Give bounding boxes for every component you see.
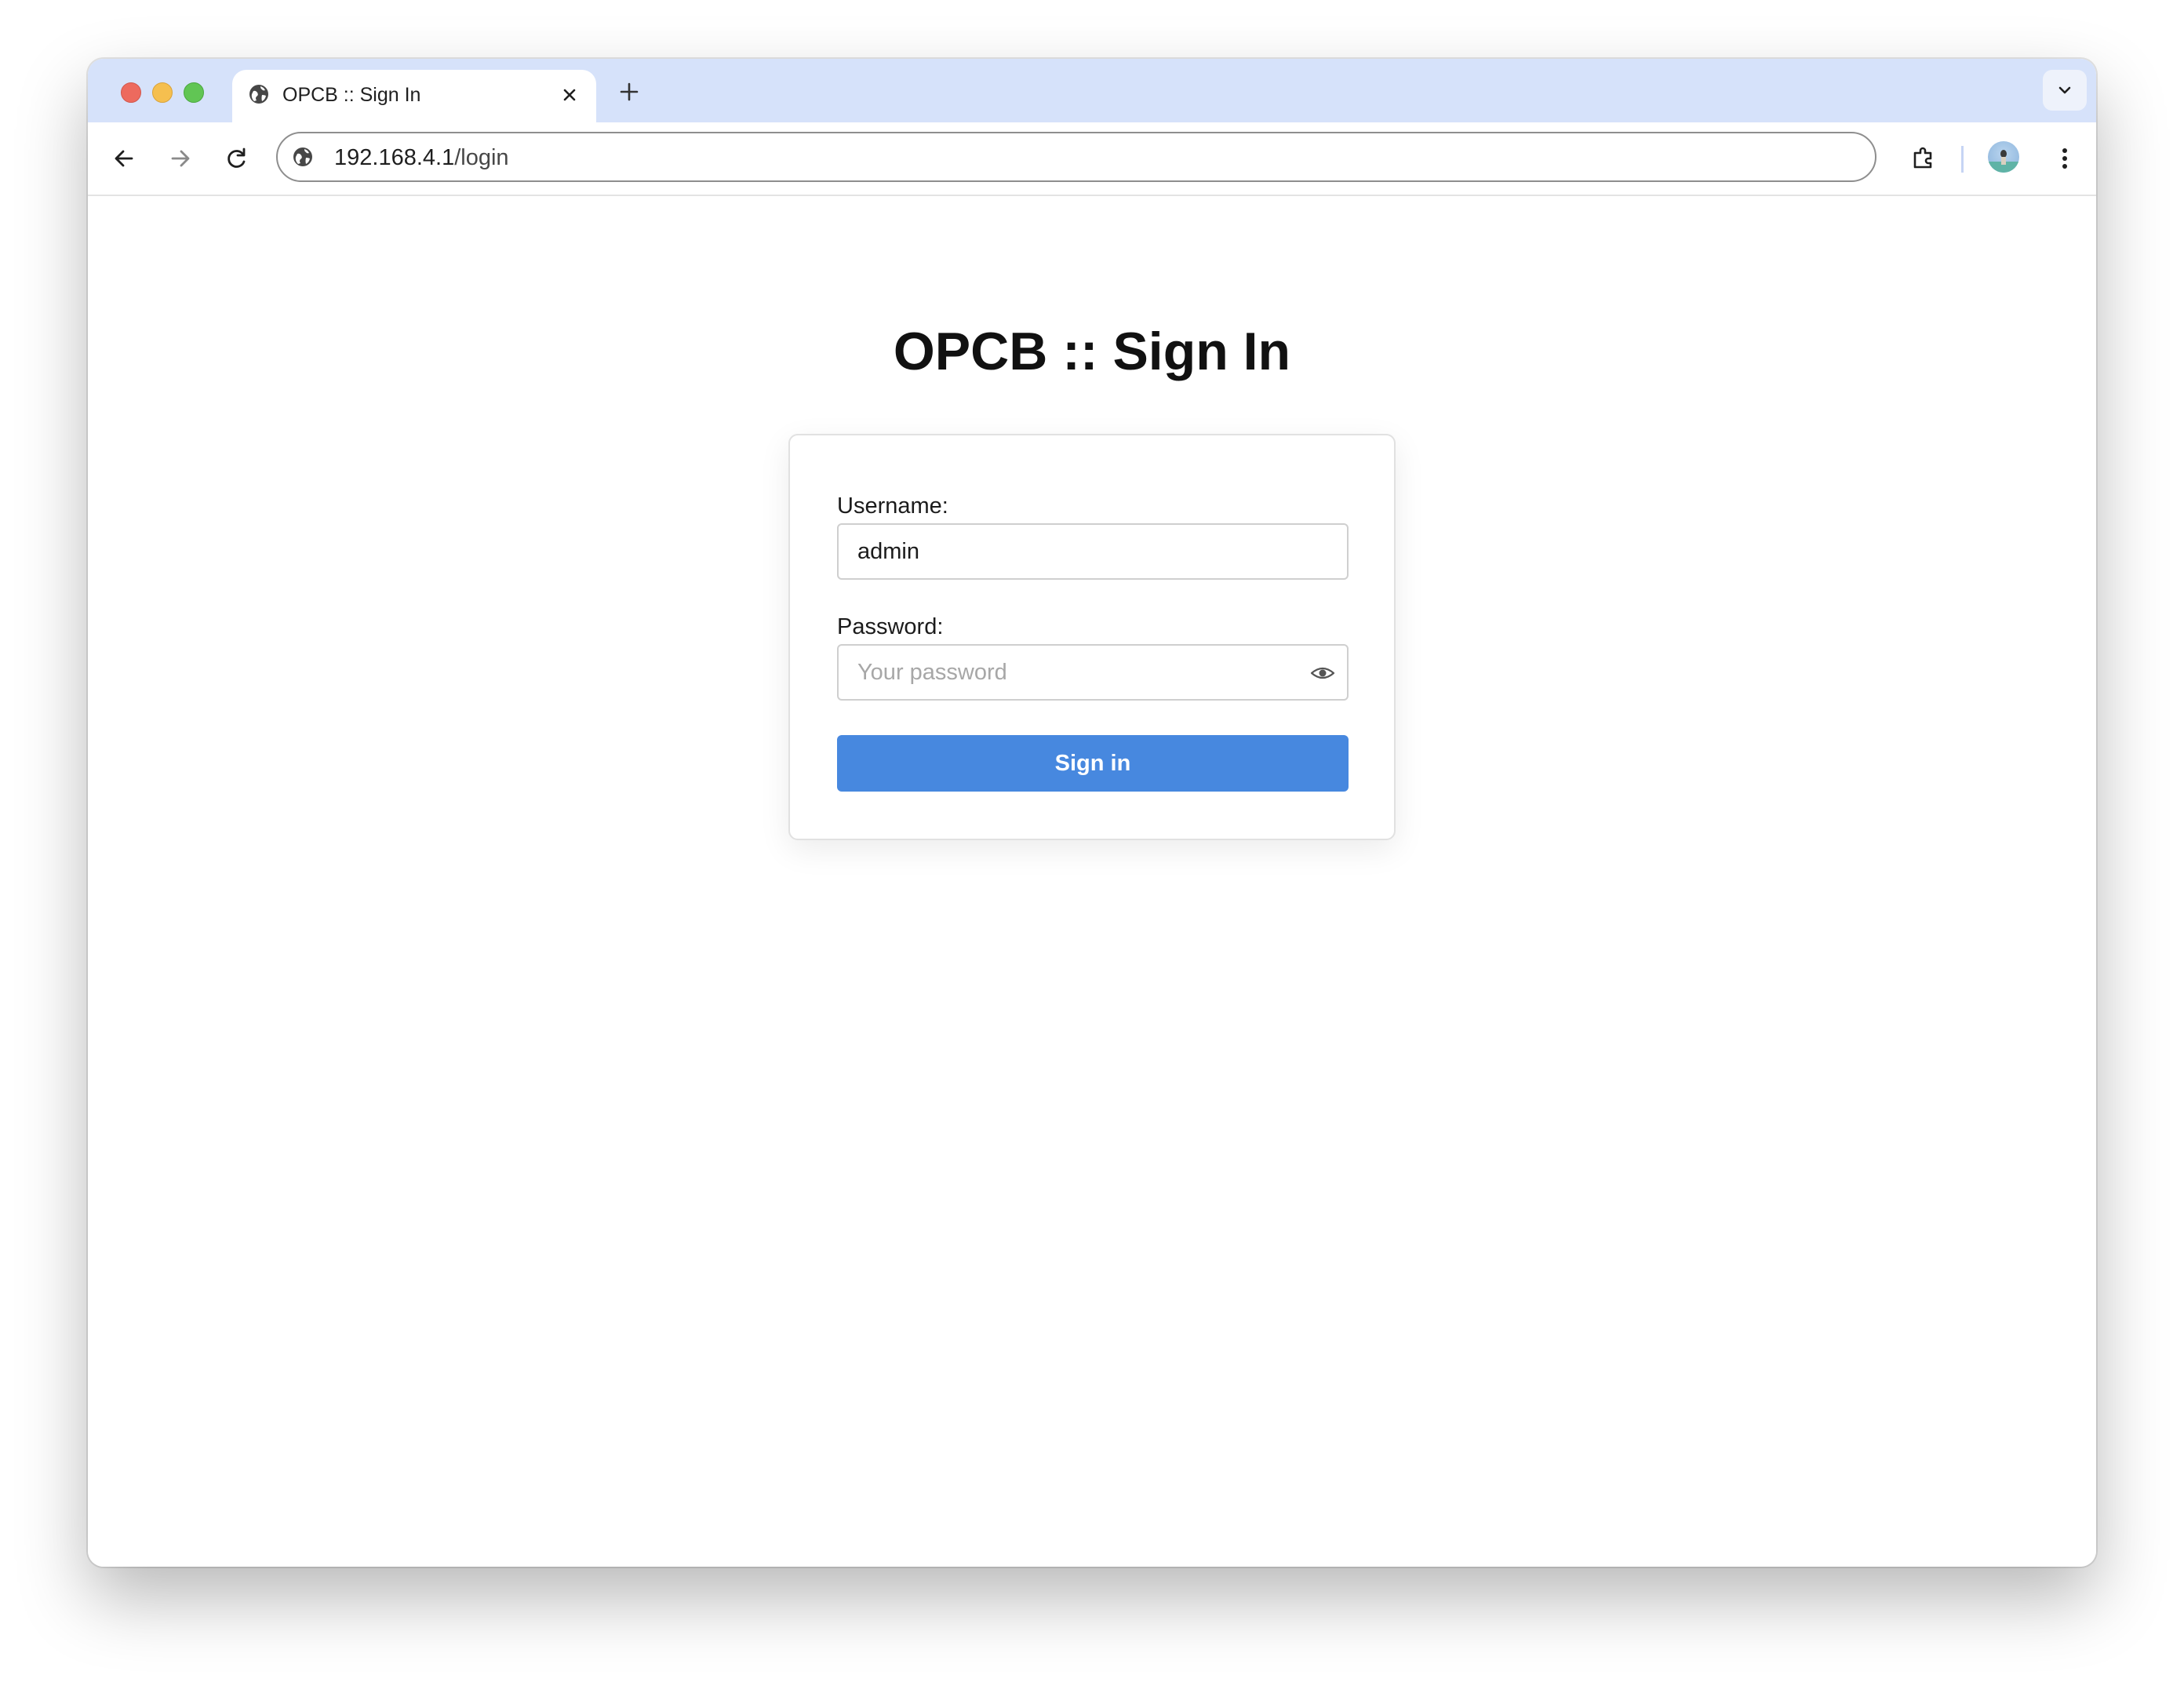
new-tab-icon[interactable] (613, 76, 645, 107)
password-input[interactable] (839, 646, 1347, 699)
close-tab-icon[interactable] (557, 82, 582, 107)
profile-picture-icon (1988, 150, 2019, 173)
login-card: Username: Password: Sign in (788, 434, 1396, 840)
browser-tab-active[interactable]: OPCB :: Sign In (232, 70, 596, 122)
globe-icon (249, 85, 268, 104)
forward-arrow-icon[interactable] (163, 141, 198, 176)
site-info-globe-icon[interactable] (290, 144, 315, 169)
close-window-button[interactable] (121, 82, 141, 103)
tab-search-button[interactable] (2043, 70, 2087, 111)
reload-icon[interactable] (220, 141, 254, 176)
minimize-window-button[interactable] (152, 82, 173, 103)
password-field-box (837, 644, 1349, 701)
profile-avatar[interactable] (1988, 141, 2019, 173)
tab-title: OPCB :: Sign In (282, 84, 421, 106)
username-input[interactable] (839, 525, 1347, 578)
browser-toolbar: 192.168.4.1/login (88, 122, 2096, 196)
page-title: OPCB :: Sign In (893, 322, 1291, 381)
url-host: 192.168.4.1 (334, 145, 455, 170)
page-content: OPCB :: Sign In Username: Password: Sign… (88, 196, 2096, 1567)
more-options-icon[interactable] (2046, 140, 2084, 177)
address-bar[interactable]: 192.168.4.1/login (276, 132, 1876, 182)
url-text: 192.168.4.1/login (334, 144, 509, 172)
tab-strip: OPCB :: Sign In (88, 59, 2096, 122)
browser-window: OPCB :: Sign In 192.168.4.1/login OPCB:… (88, 59, 2096, 1567)
show-password-eye-icon[interactable] (1309, 661, 1336, 685)
url-path: /login (454, 145, 509, 170)
password-label: Password: (837, 614, 944, 639)
maximize-window-button[interactable] (184, 82, 204, 103)
username-label: Username: (837, 493, 948, 519)
toolbar-divider (1961, 146, 1964, 173)
sign-in-button[interactable]: Sign in (837, 735, 1349, 792)
extensions-puzzle-icon[interactable] (1905, 140, 1942, 177)
back-arrow-icon[interactable] (107, 141, 141, 176)
username-field-box (837, 523, 1349, 580)
chevron-down-icon (2058, 86, 2071, 94)
